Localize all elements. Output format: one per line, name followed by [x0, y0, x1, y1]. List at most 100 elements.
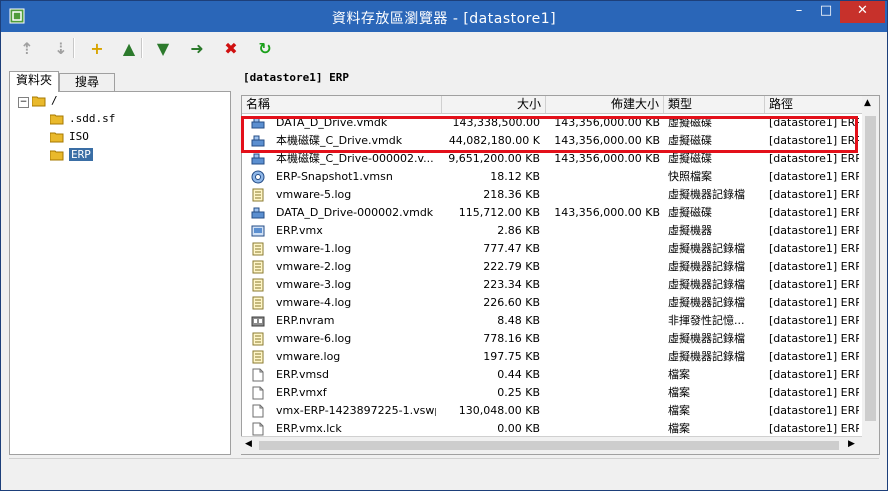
toolbar: ⇡ ⇣ + ▲ ▼ ➜ ✖ ↻	[1, 32, 887, 64]
folder-pane: 資料夾 搜尋 − / .sdd.sf ISO ERP	[9, 71, 231, 455]
file-provisioned-size	[546, 240, 660, 258]
file-path: [datastore1] ERP	[769, 170, 859, 183]
column-size[interactable]: 大小	[442, 96, 546, 113]
file-name: vmware-1.log	[276, 242, 352, 255]
tree-item-root[interactable]: /	[32, 93, 58, 109]
file-file-icon	[252, 386, 264, 400]
toolbar-separator	[141, 38, 143, 58]
file-type: 虛擬機器記錄檔	[668, 278, 745, 291]
vertical-scrollbar[interactable]: ▲	[862, 95, 880, 455]
tree-item-iso[interactable]: ISO	[50, 129, 89, 145]
delete-icon[interactable]: ✖	[219, 36, 243, 60]
file-path: [datastore1] ERP	[769, 260, 859, 273]
table-row[interactable]: vmware-5.log 218.36 KB 虛擬機器記錄檔 [datastore1]…	[242, 186, 863, 204]
table-row[interactable]: vmware-2.log 222.79 KB 虛擬機器記錄檔 [datastore1]…	[242, 258, 863, 276]
file-size: 8.48 KB	[497, 314, 540, 327]
hscroll-thumb[interactable]	[259, 441, 839, 450]
scroll-right-icon[interactable]: ▶	[848, 439, 855, 449]
nvram-file-icon	[251, 316, 265, 327]
file-size: 223.34 KB	[483, 278, 540, 291]
file-provisioned-size	[546, 258, 660, 276]
file-path: [datastore1] ERP	[769, 242, 859, 255]
tree-item-erp[interactable]: ERP	[50, 147, 93, 163]
file-provisioned-size	[546, 168, 660, 186]
tree-item-label: ISO	[69, 130, 89, 143]
log-file-icon	[252, 278, 264, 292]
table-row[interactable]: ERP.nvram 8.48 KB 非揮發性記憶... [datastore1] ER…	[242, 312, 863, 330]
file-provisioned-size	[546, 384, 660, 402]
minimize-button[interactable]: –	[786, 1, 812, 23]
tree-item-sdd[interactable]: .sdd.sf	[50, 111, 115, 127]
file-name: ERP.vmsd	[276, 368, 329, 381]
file-type: 虛擬機器記錄檔	[668, 332, 745, 345]
file-provisioned-size	[546, 222, 660, 240]
new-folder-icon[interactable]: +	[85, 36, 109, 60]
table-row[interactable]: vmx-ERP-1423897225-1.vswp 130,048.00 KB 檔案…	[242, 402, 863, 420]
upload-folder-icon[interactable]: ⇡	[15, 36, 39, 60]
file-path: [datastore1] ERP	[769, 188, 859, 201]
tab-search[interactable]: 搜尋	[59, 73, 115, 92]
file-size: 115,712.00 KB	[458, 206, 540, 219]
refresh-icon[interactable]: ↻	[253, 36, 277, 60]
file-size: 222.79 KB	[483, 260, 540, 273]
file-size: 2.86 KB	[497, 224, 540, 237]
table-row[interactable]: DATA_D_Drive-000002.vmdk 115,712.00 KB 143…	[242, 204, 863, 222]
table-row[interactable]: vmware-4.log 226.60 KB 虛擬機器記錄檔 [datastore1]…	[242, 294, 863, 312]
file-size: 778.16 KB	[483, 332, 540, 345]
maximize-button[interactable]: □	[813, 1, 839, 23]
tree-item-label: /	[51, 94, 58, 107]
table-row[interactable]: vmware-6.log 778.16 KB 虛擬機器記錄檔 [datastore1]…	[242, 330, 863, 348]
move-icon[interactable]: ➜	[185, 36, 209, 60]
upload-file-icon[interactable]: ▲	[117, 36, 141, 60]
file-name: vmware.log	[276, 350, 341, 363]
column-name[interactable]: 名稱	[242, 96, 442, 113]
download-file-icon[interactable]: ▼	[151, 36, 175, 60]
tab-folders[interactable]: 資料夾	[9, 71, 59, 92]
file-path: [datastore1] ERP	[769, 224, 859, 237]
scroll-thumb[interactable]	[865, 116, 876, 421]
file-name: vmware-3.log	[276, 278, 352, 291]
download-icon[interactable]: ⇣	[49, 36, 73, 60]
file-type: 虛擬機器記錄檔	[668, 188, 745, 201]
table-row[interactable]: ERP-Snapshot1.vmsn 18.12 KB 快照檔案 [datastore…	[242, 168, 863, 186]
title-bar[interactable]: 資料存放區瀏覽器 - [datastore1] – □ ✕	[1, 1, 887, 32]
file-file-icon	[252, 404, 264, 418]
file-path: [datastore1] ERP	[769, 368, 859, 381]
file-name: DATA_D_Drive-000002.vmdk	[276, 206, 434, 219]
file-path: [datastore1] ERP	[769, 278, 859, 291]
file-provisioned-size	[546, 402, 660, 420]
log-file-icon	[252, 332, 264, 346]
snapshot-file-icon	[251, 170, 265, 184]
table-row[interactable]: vmware.log 197.75 KB 虛擬機器記錄檔 [datastore1] E…	[242, 348, 863, 366]
horizontal-scrollbar[interactable]: ◀ ▶	[241, 436, 862, 454]
scroll-left-icon[interactable]: ◀	[245, 439, 252, 449]
close-button[interactable]: ✕	[840, 1, 885, 23]
file-name: vmx-ERP-1423897225-1.vswp	[276, 404, 436, 417]
table-row[interactable]: ERP.vmsd 0.44 KB 檔案 [datastore1] ERP	[242, 366, 863, 384]
file-type: 檔案	[668, 368, 690, 381]
file-name: vmware-6.log	[276, 332, 352, 345]
table-row[interactable]: ERP.vmx 2.86 KB 虛擬機器 [datastore1] ERP	[242, 222, 863, 240]
file-name: vmware-5.log	[276, 188, 352, 201]
status-bar	[9, 458, 879, 485]
file-path: [datastore1] ERP	[769, 404, 859, 417]
file-size: 0.44 KB	[497, 368, 540, 381]
highlight-box	[241, 116, 858, 153]
folder-icon	[50, 132, 64, 143]
file-name: vmware-2.log	[276, 260, 352, 273]
folder-icon	[50, 114, 64, 125]
disk-file-icon	[251, 153, 265, 165]
collapse-icon[interactable]: −	[18, 97, 29, 108]
column-path[interactable]: 路徑	[765, 96, 863, 113]
scroll-up-icon[interactable]: ▲	[864, 98, 871, 108]
table-row[interactable]: vmware-1.log 777.47 KB 虛擬機器記錄檔 [datastore1]…	[242, 240, 863, 258]
file-type: 虛擬磁碟	[668, 206, 712, 219]
table-row[interactable]: vmware-3.log 223.34 KB 虛擬機器記錄檔 [datastore1]…	[242, 276, 863, 294]
column-type[interactable]: 類型	[664, 96, 765, 113]
file-name: ERP.nvram	[276, 314, 335, 327]
file-path: [datastore1] ERP	[769, 296, 859, 309]
file-size: 226.60 KB	[483, 296, 540, 309]
file-size: 197.75 KB	[483, 350, 540, 363]
column-provisioned[interactable]: 佈建大小	[546, 96, 664, 113]
table-row[interactable]: ERP.vmxf 0.25 KB 檔案 [datastore1] ERP	[242, 384, 863, 402]
